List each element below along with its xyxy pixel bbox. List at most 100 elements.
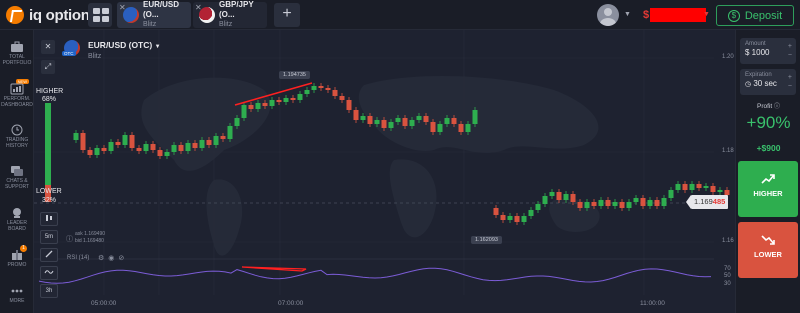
clock-icon: ◷ (745, 81, 752, 88)
balance-display[interactable]: $ (643, 8, 707, 22)
deposit-icon: $ (727, 9, 740, 22)
higher-button-label: HIGHER (753, 189, 783, 198)
chart-type-button[interactable] (40, 212, 58, 226)
candle-body (115, 142, 121, 145)
candle-body (143, 144, 149, 151)
candle-body (626, 202, 632, 208)
candle-body (136, 148, 142, 151)
lower-button[interactable]: LOWER (738, 222, 798, 278)
sidebar-item-portfolio[interactable]: TOTAL PORTFOLIO (0, 40, 34, 66)
asset-tab-gbpjpy[interactable]: ✕ GBP/JPY (O... Blitz (193, 0, 267, 28)
candle-body (269, 100, 275, 106)
rsi-label: RSI (14) (67, 255, 90, 261)
trading-app: iq option ✕ EUR/USD (O... Blitz ✕ GBP/JP… (0, 0, 800, 313)
sidebar-item-more[interactable]: MORE (0, 284, 34, 304)
candle-body (80, 133, 86, 150)
sidebar-item-promo[interactable]: 1 PROMO (0, 245, 34, 268)
ask-bid-info: ask 1.169490 bid 1.169480 (75, 231, 105, 245)
sentiment-bar-higher (45, 103, 51, 185)
candle-body (500, 215, 506, 220)
candle-body (122, 135, 128, 145)
rsi-tick: 70 (724, 266, 731, 272)
price-tag-main: 1.169 (694, 197, 713, 206)
asset-tab-eurusd[interactable]: ✕ EUR/USD (O... Blitz (117, 0, 191, 28)
chevron-down-icon[interactable]: ▼ (624, 11, 631, 18)
sidebar-item-leaderboard[interactable]: LEADER BOARD (0, 206, 34, 232)
sidebar-item-chats[interactable]: CHATS & SUPPORT (0, 164, 34, 190)
sidebar-item-dashboard[interactable]: NEW PERFORM. DASHBOARD (0, 79, 34, 108)
candle-body (619, 202, 625, 208)
candle-body (640, 198, 646, 206)
asset-header[interactable]: OTC EUR/USD (OTC) ▼ Blitz (62, 40, 161, 60)
candle-body (493, 208, 499, 215)
amount-field[interactable]: Amount $ 1000 + − (740, 38, 796, 64)
expiration-stepper[interactable]: + − (788, 73, 792, 91)
candle-body (220, 136, 226, 139)
close-chart-button[interactable]: ✕ (41, 40, 55, 54)
close-icon[interactable]: ⊘ (118, 255, 128, 262)
amount-stepper[interactable]: + − (788, 42, 792, 60)
gift-icon (10, 248, 24, 260)
candle-body (234, 118, 240, 126)
eu-flag-icon (123, 7, 139, 23)
candle-body (199, 140, 205, 148)
gear-icon[interactable]: ⚙ (98, 255, 108, 262)
bid-price: bid 1.169480 (75, 238, 104, 244)
info-icon[interactable]: ⓘ (774, 104, 780, 110)
tab-asset-type: Blitz (143, 21, 157, 28)
chevron-down-icon[interactable]: ▼ (703, 11, 710, 18)
grid-cell (102, 16, 109, 22)
candle-body (94, 148, 100, 155)
info-icon[interactable]: ⓘ (66, 234, 73, 244)
rsi-line (38, 267, 712, 284)
indicators-button[interactable] (40, 266, 58, 280)
apps-grid-button[interactable] (88, 3, 112, 27)
candle-body (689, 184, 695, 190)
rsi-indicator (38, 267, 712, 284)
sidebar-item-label: LEADER BOARD (6, 220, 27, 232)
candle-body (549, 192, 555, 196)
drawing-tool-button[interactable] (40, 248, 58, 262)
price-chart[interactable] (34, 30, 735, 313)
candle-body (213, 136, 219, 145)
chart-grid (34, 30, 714, 295)
higher-sentiment-pct: 68% (42, 96, 57, 103)
period-button[interactable]: 3h (40, 284, 58, 298)
add-tab-button[interactable]: + (274, 3, 300, 27)
higher-button[interactable]: HIGHER (738, 161, 798, 217)
candle-body (696, 184, 702, 188)
indicator-wave-icon (44, 270, 54, 274)
trend-up-icon (761, 174, 775, 184)
candle-body (73, 133, 79, 140)
expiration-field[interactable]: Expiration ◷ 30 sec + − (740, 69, 796, 95)
candle-body (465, 124, 471, 132)
chevron-down-icon[interactable]: ▼ (155, 44, 161, 50)
candle-body (402, 118, 408, 126)
left-sidebar: TOTAL PORTFOLIO NEW PERFORM. DASHBOARD T… (0, 30, 34, 313)
rsi-annotation-triangle (241, 266, 307, 272)
candle-body (171, 145, 177, 152)
chat-icon (10, 164, 24, 176)
logo-icon (6, 6, 24, 24)
candle-body (528, 210, 534, 216)
tab-asset-name: EUR/USD (O... (143, 0, 180, 19)
eye-icon[interactable]: ◉ (108, 255, 118, 262)
avatar[interactable] (597, 4, 619, 26)
timeframe-button[interactable]: 5m (40, 230, 58, 244)
candle-body (108, 142, 114, 151)
candle-body (332, 90, 338, 96)
candle-body (521, 216, 527, 222)
candle-body (129, 135, 135, 148)
candle-body (661, 198, 667, 206)
candle-body (206, 140, 212, 145)
sidebar-item-history[interactable]: TRADING HISTORY (0, 123, 34, 149)
logo[interactable]: iq option (6, 6, 90, 24)
chart-area[interactable]: ✕ ⤢ OTC EUR/USD (OTC) ▼ Blitz HIGHER 68%… (34, 30, 735, 313)
candle-body (472, 110, 478, 124)
sidebar-item-label: TRADING HISTORY (5, 137, 29, 149)
deposit-button[interactable]: $ Deposit (716, 5, 794, 26)
candle-body (507, 216, 513, 220)
candle-body (311, 86, 317, 90)
candle-body (87, 150, 93, 155)
expand-icon[interactable]: ⤢ (41, 60, 55, 74)
